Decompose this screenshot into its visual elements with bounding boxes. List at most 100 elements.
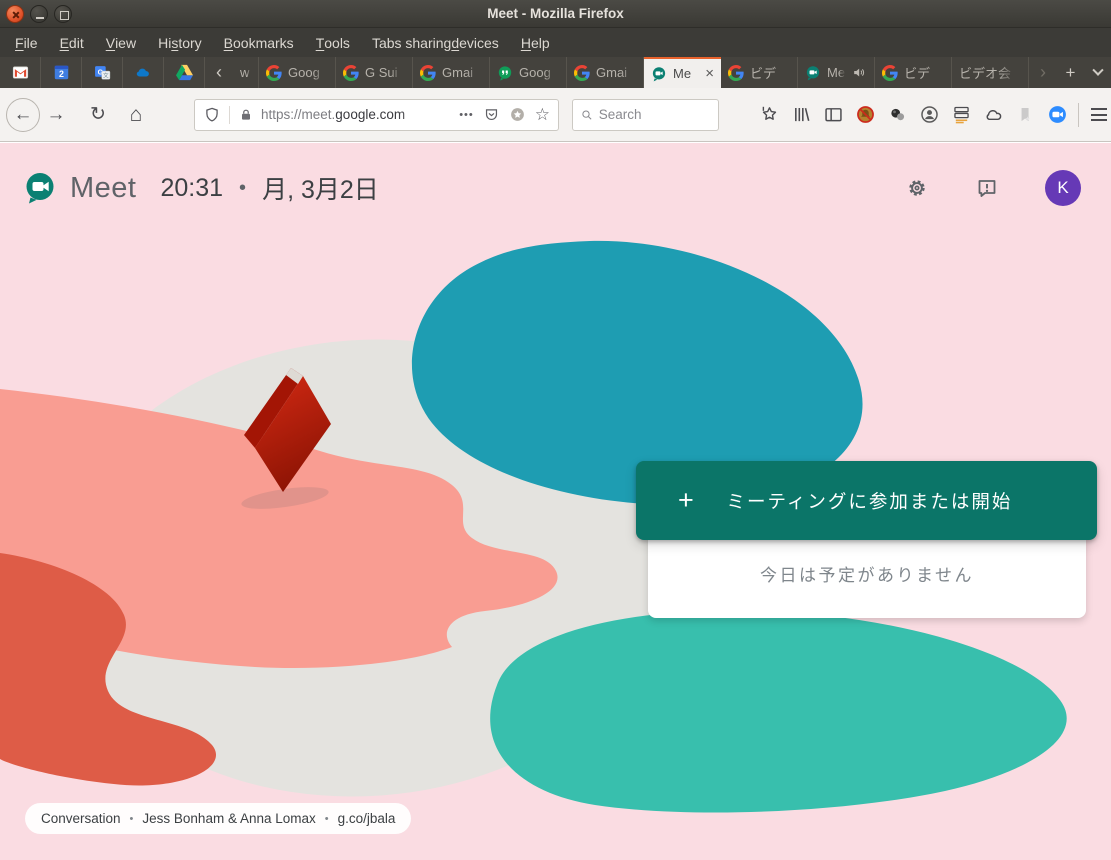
sidebar-icon[interactable] <box>823 104 844 125</box>
time-date-separator: • <box>239 177 246 200</box>
meet-page: Meet 20:31 • 月, 3月2日 K 今日は予定がありません + ミーテ… <box>0 143 1111 860</box>
tab-title: Gmai <box>596 65 636 80</box>
tracking-protection-shield-icon[interactable] <box>203 106 221 124</box>
caption-dot: • <box>325 813 329 825</box>
pinned-tab-translate[interactable]: G文 <box>82 57 123 88</box>
url-text: https://meet.google.com <box>261 107 450 122</box>
google-calendar-icon: 2 <box>53 64 70 81</box>
google-favicon <box>266 65 282 81</box>
back-button[interactable]: ← <box>6 98 40 132</box>
page-actions-dots-icon[interactable]: ••• <box>459 109 474 121</box>
window-title: Meet - Mozilla Firefox <box>487 6 624 21</box>
forward-button[interactable]: → <box>40 104 72 126</box>
tab[interactable]: Gmai <box>567 57 644 88</box>
scroll-tabs-right-button[interactable]: › <box>1029 57 1057 88</box>
svg-text:2: 2 <box>59 69 64 79</box>
url-domain: google.com <box>335 107 405 122</box>
google-favicon <box>574 65 590 81</box>
tab-title: Me <box>827 65 846 80</box>
menu-tools[interactable]: Tools <box>305 28 361 57</box>
tab-audio-speaker-icon[interactable] <box>852 65 867 80</box>
tab[interactable]: ビデ <box>721 57 798 88</box>
menu-tabs-sharing-devices[interactable]: Tabs sharing devices <box>361 28 510 57</box>
tab-title: Gmai <box>442 65 482 80</box>
meet-brand-title: Meet <box>70 172 136 205</box>
tab-title: Goog <box>288 65 328 80</box>
google-drive-icon <box>176 64 193 81</box>
settings-gear-icon[interactable] <box>905 176 929 200</box>
tab[interactable]: Goog <box>490 57 567 88</box>
tab-title: w <box>240 65 251 80</box>
join-button-label: ミーティングに参加または開始 <box>694 488 1097 514</box>
tab-meet-active[interactable]: Me × <box>644 57 721 88</box>
tab-title: Goog <box>519 65 559 80</box>
bookmark-flag-extension-icon[interactable] <box>1015 104 1036 125</box>
account-avatar[interactable]: K <box>1045 170 1081 206</box>
search-icon <box>580 107 594 123</box>
tab-title: ビデオ会 <box>959 63 1021 82</box>
close-tab-icon[interactable]: × <box>705 66 714 81</box>
meet-header-actions: K <box>905 170 1081 206</box>
tab[interactable]: Goog <box>259 57 336 88</box>
zoom-video-extension-icon[interactable] <box>1047 104 1068 125</box>
library-icon[interactable] <box>791 104 812 125</box>
lock-icon[interactable] <box>238 107 254 123</box>
caption-part: Jess Bonham & Anna Lomax <box>142 811 315 826</box>
clock-time: 20:31 <box>160 174 223 203</box>
feedback-icon[interactable] <box>975 176 999 200</box>
tab-title: G Sui <box>365 65 405 80</box>
minimize-window-button[interactable] <box>30 5 48 23</box>
menu-hamburger-button[interactable] <box>1091 108 1107 121</box>
new-tab-button[interactable]: + <box>1057 57 1084 88</box>
urlbar-divider <box>229 106 230 124</box>
maximize-window-button[interactable] <box>54 5 72 23</box>
caption-part: g.co/jbala <box>338 811 396 826</box>
tab-title: ビデ <box>750 63 790 82</box>
meet-favicon <box>651 66 667 82</box>
pinned-tab-drive[interactable] <box>164 57 205 88</box>
spheres-extension-icon[interactable] <box>887 104 908 125</box>
notification-blocker-extension-icon[interactable] <box>855 104 876 125</box>
menu-history[interactable]: History <box>147 28 213 57</box>
tab[interactable]: Gmai <box>413 57 490 88</box>
menu-file[interactable]: File <box>4 28 49 57</box>
list-all-tabs-button[interactable] <box>1084 57 1111 88</box>
google-favicon <box>882 65 898 81</box>
pocket-icon[interactable] <box>483 106 500 123</box>
search-input[interactable] <box>599 107 711 122</box>
scroll-tabs-left-button[interactable]: ‹ <box>205 57 233 88</box>
page-action-circle-star-icon[interactable] <box>509 106 526 123</box>
empty-schedule-text: 今日は予定がありません <box>760 561 974 586</box>
search-bar[interactable] <box>572 99 719 131</box>
meet-header: Meet 20:31 • 月, 3月2日 K <box>0 143 1111 219</box>
meet-logo-icon[interactable] <box>22 170 58 206</box>
menu-edit[interactable]: Edit <box>49 28 95 57</box>
pinned-tab-calendar[interactable]: 2 <box>41 57 82 88</box>
star-ribbon-icon[interactable] <box>759 104 780 125</box>
chevron-down-icon <box>1092 64 1103 75</box>
tab[interactable]: ビデオ会 <box>952 57 1029 88</box>
pinned-tab-onedrive[interactable] <box>123 57 164 88</box>
cloud-extension-icon[interactable] <box>983 104 1004 125</box>
tab[interactable]: w <box>233 57 259 88</box>
tab-meet-audio[interactable]: Me <box>798 57 875 88</box>
account-extension-icon[interactable] <box>919 104 940 125</box>
reload-button[interactable]: ↻ <box>82 103 114 126</box>
join-or-start-meeting-button[interactable]: + ミーティングに参加または開始 <box>636 461 1097 540</box>
menu-view[interactable]: View <box>95 28 147 57</box>
avatar-initial: K <box>1057 178 1068 198</box>
toolbar-separator <box>1078 103 1079 127</box>
url-bar[interactable]: https://meet.google.com ••• ☆ <box>194 99 559 131</box>
home-button[interactable]: ⌂ <box>120 103 152 127</box>
window-controls <box>6 5 72 23</box>
proxy-server-extension-icon[interactable] <box>951 104 972 125</box>
google-favicon <box>343 65 359 81</box>
menu-bookmarks[interactable]: Bookmarks <box>213 28 305 57</box>
menu-help[interactable]: Help <box>510 28 561 57</box>
tab-title: Me <box>673 66 691 81</box>
bookmark-star-icon[interactable]: ☆ <box>535 105 550 125</box>
pinned-tab-gmail[interactable] <box>0 57 41 88</box>
tab[interactable]: ビデ <box>875 57 952 88</box>
close-window-button[interactable] <box>6 5 24 23</box>
tab[interactable]: G Sui <box>336 57 413 88</box>
